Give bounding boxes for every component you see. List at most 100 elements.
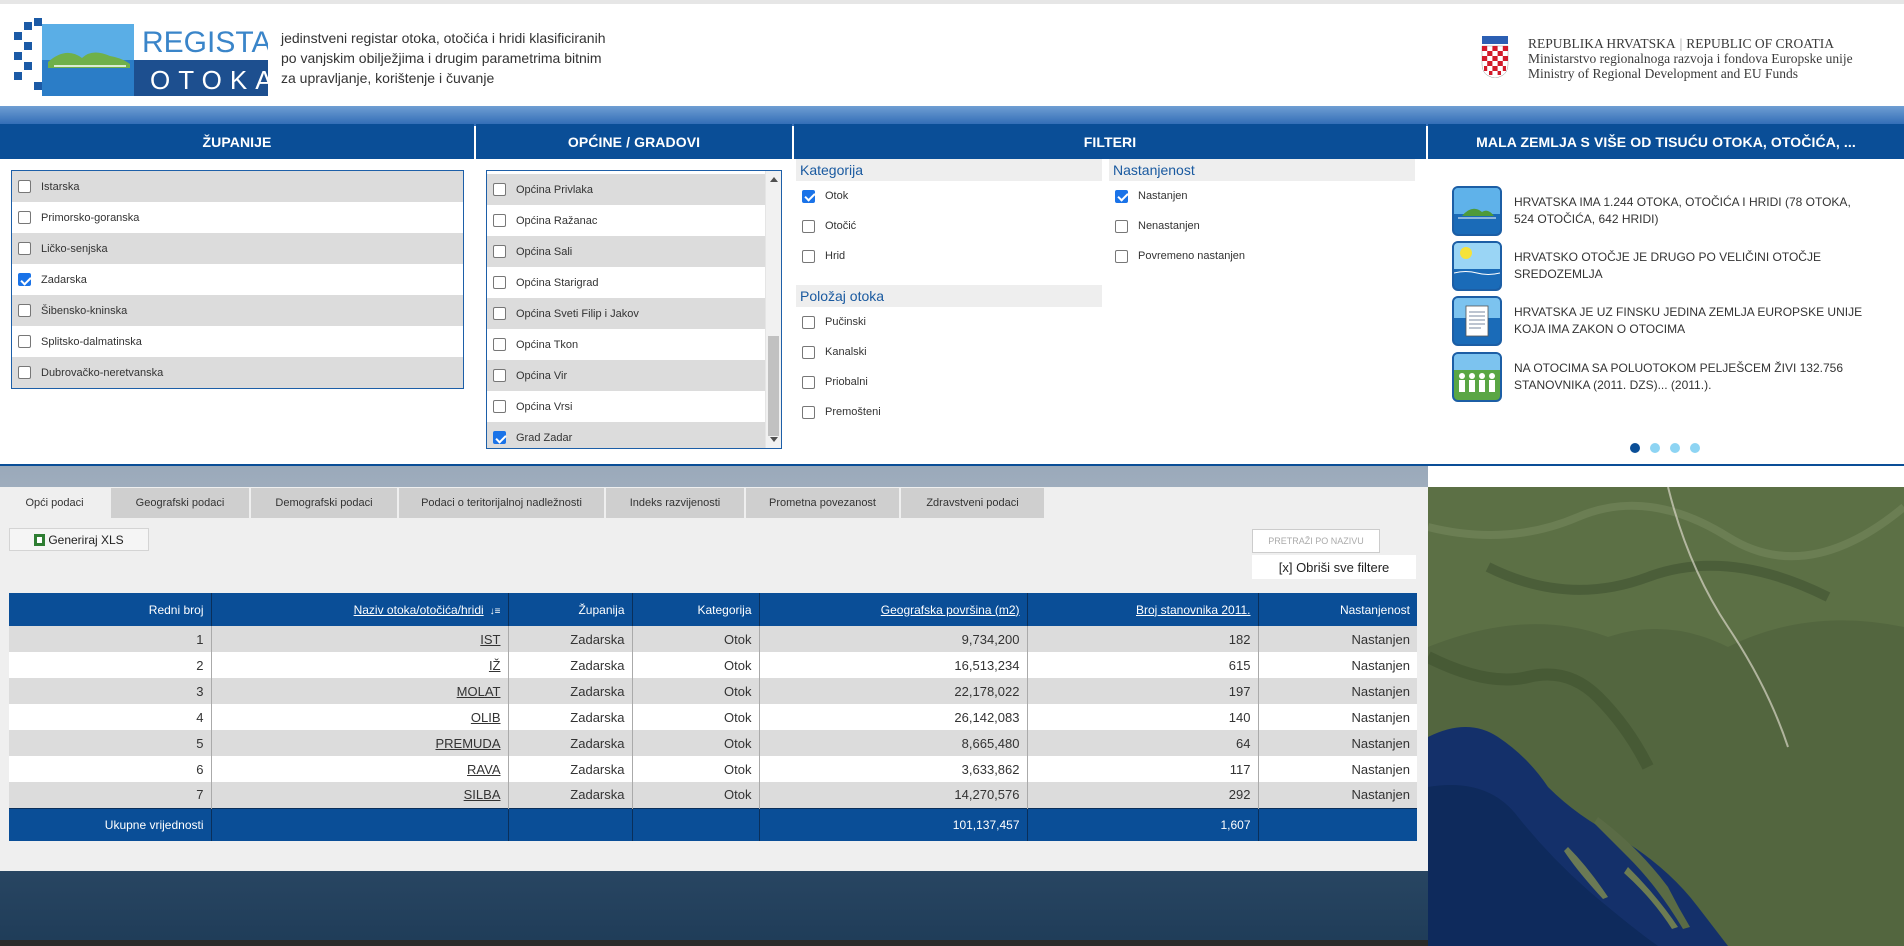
checkbox[interactable] [802, 219, 815, 233]
zupanije-list[interactable]: Istarska Primorsko-goranska Ličko-senjsk… [11, 170, 464, 389]
zupanija-item-zadarska[interactable]: Zadarska [12, 264, 463, 295]
cell-naziv[interactable]: OLIB [211, 704, 509, 730]
checkbox-checked[interactable] [802, 189, 815, 203]
island-link[interactable]: OLIB [471, 710, 501, 725]
checkbox[interactable] [493, 338, 506, 351]
opcina-item[interactable]: Općina Privlaka [487, 174, 765, 205]
carousel-dot-3[interactable] [1670, 443, 1680, 453]
fact-item[interactable]: HRVATSKA IMA 1.244 OTOKA, OTOČIĆA I HRID… [1452, 186, 1872, 236]
fact-item[interactable]: HRVATSKA JE UZ FINSKU JEDINA ZEMLJA EURO… [1452, 296, 1872, 346]
zupanija-item-primorsko-goranska[interactable]: Primorsko-goranska [12, 202, 463, 233]
island-link[interactable]: RAVA [467, 762, 500, 777]
island-link[interactable]: SILBA [464, 787, 501, 802]
tab-demografski-podaci[interactable]: Demografski podaci [251, 488, 399, 518]
zupanija-item-splitsko-dalmatinska[interactable]: Splitsko-dalmatinska [12, 326, 463, 357]
cell-naziv[interactable]: PREMUDA [211, 730, 509, 756]
sort-ascending-icon[interactable]: ↓≡ [490, 606, 501, 617]
island-link[interactable]: IST [480, 632, 500, 647]
filter-option-pucinski[interactable]: Pučinski [796, 307, 1102, 337]
cell-naziv[interactable]: MOLAT [211, 678, 509, 704]
checkbox[interactable] [18, 335, 31, 348]
satellite-map[interactable] [1428, 487, 1904, 946]
checkbox[interactable] [1115, 219, 1128, 233]
carousel-dot-1[interactable] [1630, 443, 1640, 453]
cell-naziv[interactable]: IŽ [211, 652, 509, 678]
filter-option-povremeno-nastanjen[interactable]: Povremeno nastanjen [1109, 241, 1415, 271]
generate-xls-button[interactable]: Generiraj XLS [9, 528, 149, 551]
zupanija-item-dubrovacko-neretvanska[interactable]: Dubrovačko-neretvanska [12, 357, 463, 388]
fact-item[interactable]: NA OTOCIMA SA POLUOTOKOM PELJEŠCEM ŽIVI … [1452, 352, 1872, 402]
clear-all-filters-button[interactable]: [x] Obriši sve filtere [1252, 555, 1416, 579]
filter-option-priobalni[interactable]: Priobalni [796, 367, 1102, 397]
island-link[interactable]: IŽ [489, 658, 501, 673]
column-header-naziv[interactable]: Naziv otoka/otočića/hridi ↓≡ [211, 593, 509, 626]
checkbox[interactable] [493, 183, 506, 196]
checkbox[interactable] [18, 211, 31, 224]
checkbox[interactable] [493, 276, 506, 289]
checkbox[interactable] [802, 345, 815, 359]
checkbox[interactable] [802, 315, 815, 329]
checkbox[interactable] [493, 245, 506, 258]
zupanija-item-licko-senjska[interactable]: Ličko-senjska [12, 233, 463, 264]
checkbox[interactable] [18, 304, 31, 317]
cell-naziv[interactable]: IST [211, 626, 509, 652]
opcina-item-grad-zadar[interactable]: Grad Zadar [487, 422, 765, 448]
tab-indeks-razvijenosti[interactable]: Indeks razvijenosti [606, 488, 746, 518]
filter-option-otocic[interactable]: Otočić [796, 211, 1102, 241]
search-by-name-input[interactable] [1252, 529, 1380, 553]
checkbox[interactable] [493, 400, 506, 413]
filter-option-hrid[interactable]: Hrid [796, 241, 1102, 271]
carousel-dot-4[interactable] [1690, 443, 1700, 453]
opcina-item[interactable]: Općina Vrsi [487, 391, 765, 422]
cell-naziv[interactable]: SILBA [211, 782, 509, 808]
opcina-item[interactable]: Općina Sali [487, 236, 765, 267]
filter-option-nenastanjen[interactable]: Nenastanjen [1109, 211, 1415, 241]
column-header-povrsina[interactable]: Geografska površina (m2) [759, 593, 1028, 626]
cell-naziv[interactable]: RAVA [211, 756, 509, 782]
checkbox[interactable] [802, 375, 815, 389]
fact-item[interactable]: HRVATSKO OTOČJE JE DRUGO PO VELIČINI OTO… [1452, 241, 1872, 291]
filter-option-kanalski[interactable]: Kanalski [796, 337, 1102, 367]
checkbox[interactable] [493, 214, 506, 227]
island-link[interactable]: MOLAT [457, 684, 501, 699]
checkbox-checked[interactable] [1115, 189, 1128, 203]
checkbox[interactable] [493, 369, 506, 382]
checkbox[interactable] [802, 249, 815, 263]
tab-opci-podaci[interactable]: Opći podaci [0, 488, 111, 518]
checkbox[interactable] [18, 366, 31, 379]
scroll-up-icon[interactable] [770, 177, 778, 182]
column-header-zupanija: Županija [508, 593, 633, 626]
carousel-dot-2[interactable] [1650, 443, 1660, 453]
tab-prometna-povezanost[interactable]: Prometna povezanost [746, 488, 901, 518]
registar-otoka-logo[interactable]: REGISTAR OTOKA [14, 18, 268, 96]
filter-option-otok[interactable]: Otok [796, 181, 1102, 211]
checkbox-checked[interactable] [493, 431, 506, 444]
checkbox[interactable] [1115, 249, 1128, 263]
zupanija-item-istarska[interactable]: Istarska [12, 171, 463, 202]
opcina-item[interactable]: Općina Ražanac [487, 205, 765, 236]
opcina-item[interactable]: Općina Starigrad [487, 267, 765, 298]
scroll-thumb[interactable] [768, 336, 779, 436]
column-header-stanovnici[interactable]: Broj stanovnika 2011. [1027, 593, 1259, 626]
checkbox[interactable] [18, 242, 31, 255]
filter-option-nastanjen[interactable]: Nastanjen [1109, 181, 1415, 211]
opcine-scrollbar[interactable] [765, 171, 781, 448]
checkbox[interactable] [802, 405, 815, 419]
opcina-item[interactable]: Općina Vir [487, 360, 765, 391]
island-link[interactable]: PREMUDA [435, 736, 500, 751]
sort-by-name-link[interactable]: Naziv otoka/otočića/hridi [354, 603, 484, 617]
opcine-list[interactable]: Općina Privlaka Općina Ražanac Općina Sa… [486, 170, 782, 449]
zupanija-item-sibensko-kninska[interactable]: Šibensko-kninska [12, 295, 463, 326]
tab-zdravstveni-podaci[interactable]: Zdravstveni podaci [901, 488, 1046, 518]
filter-option-premosteni[interactable]: Premošteni [796, 397, 1102, 427]
tab-geografski-podaci[interactable]: Geografski podaci [111, 488, 251, 518]
checkbox[interactable] [493, 307, 506, 320]
sort-by-population-link[interactable]: Broj stanovnika 2011. [1136, 603, 1251, 617]
tab-teritorijalna-nadleznost[interactable]: Podaci o teritorijalnoj nadležnosti [399, 488, 606, 518]
scroll-down-icon[interactable] [770, 437, 778, 442]
checkbox[interactable] [18, 180, 31, 193]
opcina-item[interactable]: Općina Sveti Filip i Jakov [487, 298, 765, 329]
opcina-item[interactable]: Općina Tkon [487, 329, 765, 360]
checkbox-checked[interactable] [18, 273, 31, 286]
sort-by-area-link[interactable]: Geografska površina (m2) [881, 603, 1020, 617]
